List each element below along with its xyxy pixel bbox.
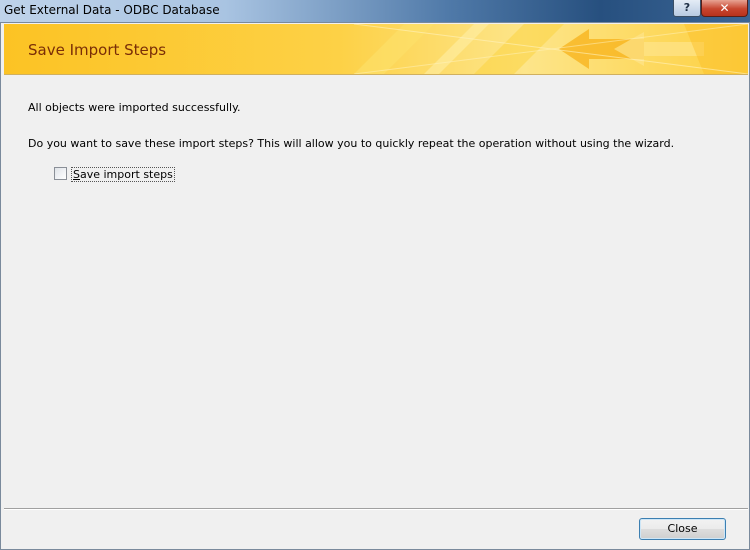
save-prompt-message: Do you want to save these import steps? … — [28, 137, 675, 150]
wizard-banner: Save Import Steps — [4, 24, 748, 75]
help-icon: ? — [683, 1, 691, 14]
footer-separator — [4, 508, 748, 510]
success-message: All objects were imported successfully. — [28, 101, 241, 114]
help-button[interactable]: ? — [673, 0, 701, 17]
close-icon: ✕ — [719, 1, 730, 15]
label-rest: ave import steps — [79, 168, 173, 181]
save-import-steps-label[interactable]: Save import steps — [71, 167, 175, 182]
label-accelerator: S — [73, 168, 80, 181]
window-close-button[interactable]: ✕ — [701, 0, 748, 17]
banner-title: Save Import Steps — [28, 41, 167, 59]
save-import-steps-checkbox[interactable] — [54, 167, 67, 180]
window-title: Get External Data - ODBC Database — [4, 3, 220, 17]
title-bar: Get External Data - ODBC Database ? ✕ — [0, 0, 750, 22]
close-button[interactable]: Close — [639, 518, 726, 540]
